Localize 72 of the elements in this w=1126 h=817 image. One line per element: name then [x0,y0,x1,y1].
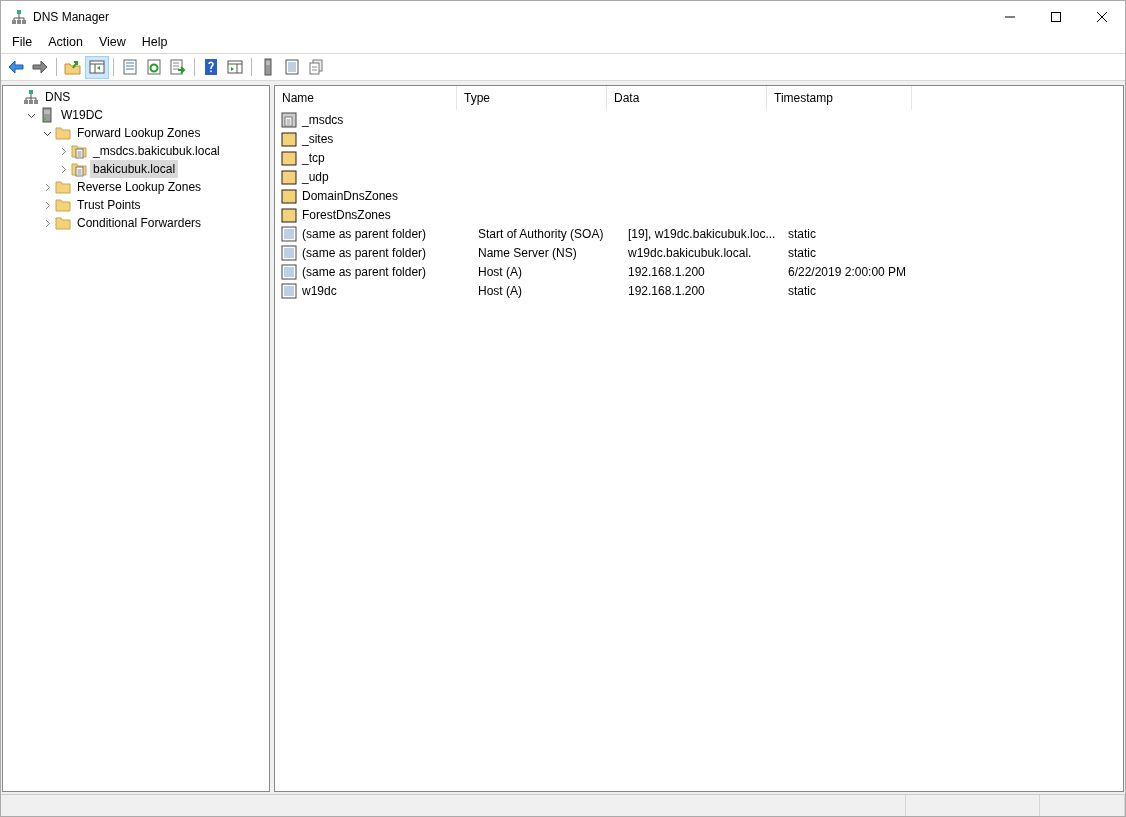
table-cell-text: w19dc.bakicubuk.local. [627,244,753,262]
column-header[interactable]: Type [457,86,607,110]
table-cell-text: Start of Authority (SOA) [477,225,605,243]
forward-icon [31,58,49,76]
folder-icon [55,197,71,213]
list-item[interactable]: _udp [297,167,473,186]
back-icon [7,58,25,76]
tree-item[interactable]: Forward Lookup Zones [74,124,204,142]
tree-item[interactable]: W19DC [58,106,106,124]
list-item[interactable]: _sites [297,129,473,148]
table-cell-text: Host (A) [477,282,523,300]
folder-icon [281,187,297,204]
folder-icon [281,206,297,223]
folder-icon [55,179,71,195]
record-icon [281,282,297,299]
folder-icon [281,130,297,147]
menu-item[interactable]: Help [133,31,176,54]
list-item[interactable]: w19dc [297,281,473,300]
tree-item[interactable]: Conditional Forwarders [74,214,205,232]
window-title: DNS Manager [33,8,110,26]
tree-item[interactable]: DNS [42,88,74,106]
tree-item[interactable]: bakicubuk.local [90,160,179,178]
export-list-icon [169,58,187,76]
window-pane-icon [226,58,244,76]
list-item[interactable]: ForestDnsZones [297,205,473,224]
folder-icon [55,215,71,231]
column-header[interactable]: Data [607,86,767,110]
tree-item[interactable]: _msdcs.bakicubuk.local [90,142,223,160]
tree-item[interactable]: Trust Points [74,196,144,214]
table-cell-text: Name Server (NS) [477,244,578,262]
table-cell-text: static [787,244,817,262]
record-icon [281,244,297,261]
table-cell-text: 192.168.1.200 [627,263,706,281]
copy-icon [307,58,325,76]
refresh-icon [145,58,163,76]
zone-folder-icon [71,161,87,177]
folder-icon [55,125,71,141]
list-item[interactable]: _tcp [297,148,473,167]
table-cell-text: static [787,225,817,243]
network-icon [23,89,39,105]
column-header[interactable]: Name [275,86,457,110]
list-item[interactable]: (same as parent folder) [297,243,473,262]
menu-item[interactable]: File [4,31,41,54]
record-icon [281,263,297,280]
zone-folder-icon [71,143,87,159]
list-item[interactable]: (same as parent folder) [297,262,473,281]
app-icon [11,9,27,26]
help-icon [202,58,220,76]
tree-item[interactable]: Reverse Lookup Zones [74,178,205,196]
zone-icon [281,111,297,128]
menu-item[interactable]: Action [40,31,91,54]
folder-up-arrow-icon [64,58,82,76]
list-item[interactable]: _msdcs [297,110,473,129]
toolbar-button[interactable] [85,55,109,79]
close-icon [1097,11,1107,22]
list-item[interactable]: (same as parent folder) [297,224,473,243]
menu-item[interactable]: View [90,31,134,54]
folder-icon [281,168,297,185]
list-item[interactable]: DomainDnsZones [297,186,473,205]
table-cell-text: 6/22/2019 2:00:00 PM [787,263,908,281]
server-icon [39,107,55,123]
table-cell-text: [19], w19dc.bakicubuk.loc... [627,225,777,243]
column-header[interactable]: Timestamp [767,86,912,110]
table-cell-text: static [787,282,817,300]
properties-icon [121,58,139,76]
window-pane-icon [88,58,106,76]
folder-icon [281,149,297,166]
table-cell-text: Host (A) [477,263,523,281]
maximize-icon [1051,11,1061,22]
record-icon [281,225,297,242]
table-cell-text: 192.168.1.200 [627,282,706,300]
record-list-icon [283,58,301,76]
